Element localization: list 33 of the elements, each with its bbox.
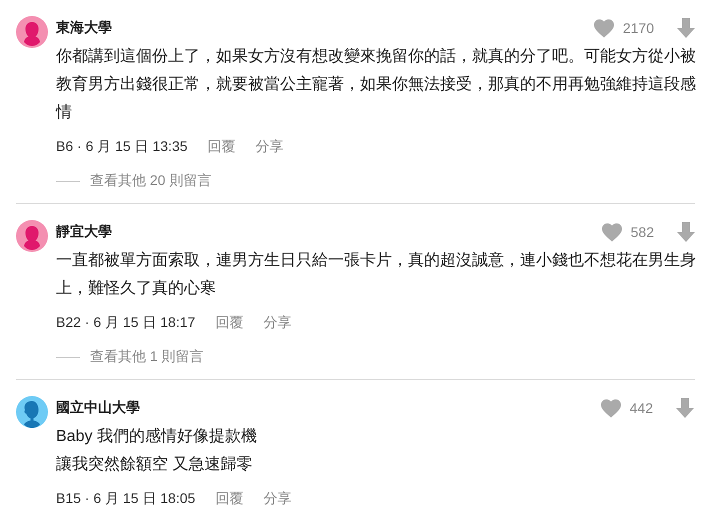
more-replies-link[interactable]: 查看其他 1 則留言	[90, 348, 204, 366]
school-name: 靜宜大學	[56, 223, 112, 241]
floor-and-date: B6 · 6 月 15 日 13:35	[56, 138, 188, 156]
share-link[interactable]: 分享	[256, 138, 284, 156]
avatar-icon	[16, 396, 48, 428]
reply-link[interactable]: 回覆	[215, 490, 244, 508]
down-arrow-icon[interactable]	[675, 397, 695, 419]
floor-and-date: B22 · 6 月 15 日 18:17	[56, 314, 196, 332]
more-replies-link[interactable]: 查看其他 20 則留言	[90, 172, 212, 190]
floor-and-date: B15 · 6 月 15 日 18:05	[56, 490, 196, 508]
heart-icon[interactable]	[600, 222, 623, 242]
comment-text-line: 讓我突然餘額空 又急速歸零	[56, 454, 252, 475]
like-count: 582	[630, 224, 654, 240]
comment-text-line: 上，難怪久了真的心寒	[56, 278, 216, 299]
comment-text-line: 情	[56, 102, 72, 123]
school-name: 國立中山大學	[56, 399, 140, 417]
heart-icon[interactable]	[600, 398, 622, 418]
like-count: 442	[630, 400, 653, 416]
avatar-icon	[16, 16, 48, 48]
share-link[interactable]: 分享	[263, 314, 292, 332]
school-name: 東海大學	[56, 19, 112, 37]
down-arrow-icon[interactable]	[676, 221, 696, 243]
comment-text-line: Baby 我們的感情好像提款機	[56, 426, 257, 447]
comment-text-line: 教育男方出錢很正常，就要被當公主寵著，如果你無法接受，那真的不用再勉強維持這段感	[56, 74, 696, 95]
comment-text-line: 一直都被單方面索取，連男方生日只給一張卡片，真的超沒誠意，連小錢也不想花在男生身	[56, 250, 696, 271]
down-arrow-icon[interactable]	[676, 17, 696, 39]
like-count: 2170	[622, 20, 654, 36]
avatar-icon	[16, 220, 48, 252]
heart-icon[interactable]	[592, 18, 615, 38]
reply-link[interactable]: 回覆	[215, 314, 244, 332]
share-link[interactable]: 分享	[263, 490, 292, 508]
reply-link[interactable]: 回覆	[208, 138, 236, 156]
comment-text-line: 你都講到這個份上了，如果女方沒有想改變來挽留你的話，就真的分了吧。可能女方從小被	[56, 46, 696, 67]
